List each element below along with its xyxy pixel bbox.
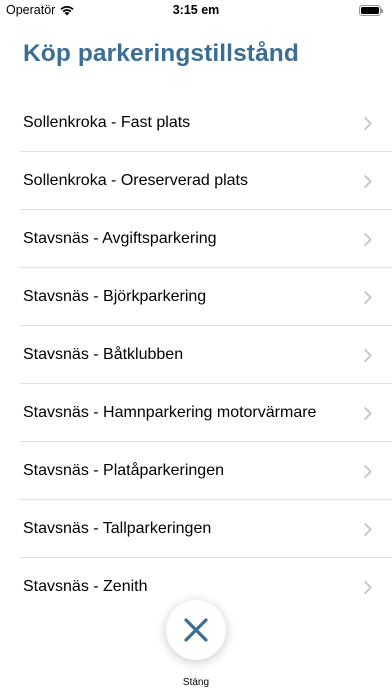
chevron-right-icon: [364, 581, 372, 594]
list-item-label: Stavsnäs - Båtklubben: [23, 346, 184, 363]
chevron-right-icon: [364, 117, 372, 130]
close-button-label: Stäng: [182, 677, 210, 688]
screen: Operatör 3:15 em Köp parkeringstillstånd…: [0, 0, 392, 696]
list-item-label: Stavsnäs - Hamnparkering motorvärmare: [23, 404, 317, 421]
list-item-label: Sollenkroka - Oreserverad plats: [23, 172, 248, 189]
list-item[interactable]: Stavsnäs - Tallparkeringen: [0, 500, 392, 558]
chevron-right-icon: [364, 175, 372, 188]
list-item-label: Stavsnäs - Avgiftsparkering: [23, 230, 217, 247]
list-item[interactable]: Stavsnäs - Avgiftsparkering: [0, 210, 392, 268]
close-button[interactable]: [166, 600, 226, 660]
battery-icon: [359, 5, 383, 17]
close-icon: [184, 618, 208, 642]
permit-list: Sollenkroka - Fast plats Sollenkroka - O…: [0, 94, 392, 616]
chevron-right-icon: [364, 465, 372, 478]
chevron-right-icon: [364, 523, 372, 536]
chevron-right-icon: [364, 233, 372, 246]
list-item-label: Sollenkroka - Fast plats: [23, 114, 191, 131]
chevron-right-icon: [364, 291, 372, 304]
list-item[interactable]: Sollenkroka - Fast plats: [0, 94, 392, 152]
list-item-label: Stavsnäs - Björkparkering: [23, 288, 207, 305]
list-item[interactable]: Stavsnäs - Platåparkeringen: [0, 442, 392, 500]
list-item-label: Stavsnäs - Platåparkeringen: [23, 462, 224, 479]
close-area: Stäng: [0, 600, 392, 690]
page-title: Köp parkeringstillstånd: [23, 40, 299, 67]
list-item[interactable]: Stavsnäs - Hamnparkering motorvärmare: [0, 384, 392, 442]
list-item[interactable]: Stavsnäs - Björkparkering: [0, 268, 392, 326]
chevron-right-icon: [364, 349, 372, 362]
list-item[interactable]: Sollenkroka - Oreserverad plats: [0, 152, 392, 210]
status-bar: Operatör 3:15 em: [0, 0, 392, 22]
list-item[interactable]: Stavsnäs - Båtklubben: [0, 326, 392, 384]
chevron-right-icon: [364, 407, 372, 420]
clock: 3:15 em: [172, 3, 220, 17]
list-item-label: Stavsnäs - Tallparkeringen: [23, 520, 212, 537]
